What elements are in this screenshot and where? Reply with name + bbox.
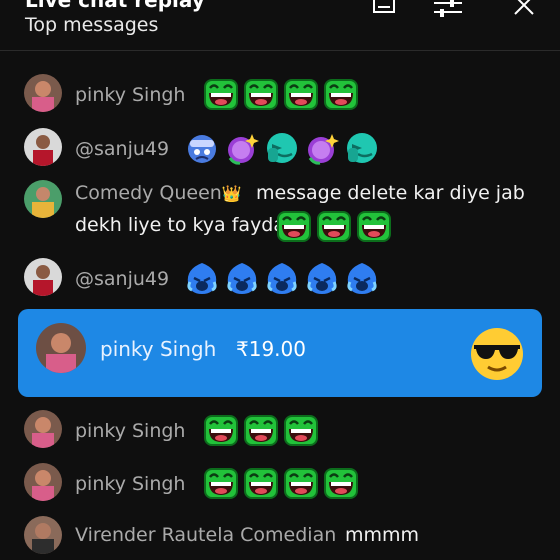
popout-icon[interactable]	[372, 0, 396, 16]
laughing-frog-icon	[243, 412, 279, 448]
laughing-frog-icon	[283, 412, 319, 448]
chat-header: Live chat replay Top messages	[0, 0, 560, 51]
crying-laugh-icon	[304, 260, 340, 296]
blue-face-icon	[184, 130, 220, 166]
teal-hand-face-icon	[344, 130, 380, 166]
emoji-group	[184, 260, 380, 296]
emoji-group	[203, 76, 359, 112]
author-name[interactable]: pinky Singh	[75, 473, 185, 495]
author-name[interactable]: @sanju49	[75, 268, 169, 290]
laughing-frog-icon	[203, 412, 239, 448]
avatar[interactable]	[24, 128, 62, 166]
avatar[interactable]	[24, 463, 62, 501]
avatar[interactable]	[24, 258, 62, 296]
crown-badge-icon: 👑	[221, 184, 242, 203]
chat-message: @sanju49	[0, 256, 560, 304]
emoji-group	[203, 412, 319, 448]
purple-sparkle-icon	[304, 130, 340, 166]
message-text: mmmm	[345, 524, 420, 546]
emoji-group	[276, 208, 392, 244]
chat-message: pinky Singh	[0, 408, 560, 456]
teal-hand-face-icon	[264, 130, 300, 166]
purple-sparkle-icon	[224, 130, 260, 166]
author-name[interactable]: pinky Singh	[75, 420, 185, 442]
super-chat-amount: ₹19.00	[236, 337, 306, 361]
sunglasses-face-icon	[471, 328, 523, 380]
crying-laugh-icon	[184, 260, 220, 296]
laughing-frog-icon	[203, 465, 239, 501]
laughing-frog-icon	[276, 208, 312, 244]
laughing-frog-icon	[283, 76, 319, 112]
super-chat-card[interactable]: pinky Singh ₹19.00	[18, 309, 542, 397]
chat-title: Live chat replay	[25, 0, 205, 12]
author-name[interactable]: pinky Singh	[75, 84, 185, 106]
laughing-frog-icon	[203, 76, 239, 112]
laughing-frog-icon	[283, 465, 319, 501]
laughing-frog-icon	[243, 76, 279, 112]
laughing-frog-icon	[323, 465, 359, 501]
author-name[interactable]: @sanju49	[75, 138, 169, 160]
crying-laugh-icon	[264, 260, 300, 296]
chat-message: pinky Singh	[0, 72, 560, 120]
crying-laugh-icon	[224, 260, 260, 296]
emoji-group	[203, 465, 359, 501]
laughing-frog-icon	[316, 208, 352, 244]
chat-message: pinky Singh	[0, 461, 560, 509]
filter-settings-icon[interactable]	[432, 0, 464, 18]
avatar[interactable]	[24, 410, 62, 448]
author-name-text: Comedy Queen	[75, 182, 222, 204]
laughing-frog-icon	[243, 465, 279, 501]
avatar[interactable]	[24, 516, 62, 554]
author-name[interactable]: Virender Rautela Comedian	[75, 524, 336, 546]
close-icon[interactable]	[512, 0, 536, 16]
message-text: message delete kar diye jab	[256, 182, 525, 204]
avatar[interactable]	[36, 323, 86, 373]
chat-message: Virender Rautela Comedian mmmm	[0, 514, 560, 560]
crying-laugh-icon	[344, 260, 380, 296]
emoji-group	[184, 130, 380, 166]
chat-message: Comedy Queen👑 message delete kar diye ja…	[0, 178, 560, 248]
avatar[interactable]	[24, 74, 62, 112]
laughing-frog-icon	[356, 208, 392, 244]
chat-message: @sanju49	[0, 126, 560, 174]
author-name[interactable]: Comedy Queen👑	[75, 182, 242, 204]
super-chat-author[interactable]: pinky Singh	[100, 337, 216, 361]
message-text-continued: dekh liye to kya fayda	[75, 214, 286, 236]
top-messages-selector[interactable]: Top messages	[25, 14, 158, 36]
laughing-frog-icon	[323, 76, 359, 112]
avatar[interactable]	[24, 180, 62, 218]
